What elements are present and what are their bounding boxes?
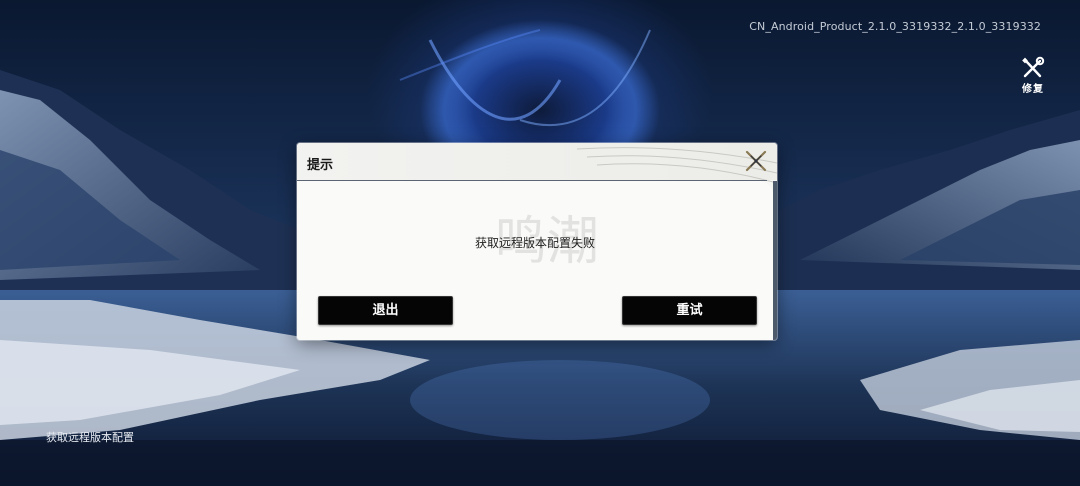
wrench-screwdriver-icon (1022, 56, 1045, 78)
close-icon[interactable] (742, 147, 770, 175)
dialog-message: 获取远程版本配置失败 (474, 236, 595, 250)
game-launcher-screen: CN_Android_Product_2.1.0_3319332_2.1.0_3… (0, 0, 1080, 486)
retry-button[interactable]: 重试 (622, 296, 757, 325)
loading-status-text: 获取远程版本配置 (46, 431, 134, 444)
dialog-title: 提示 (307, 158, 334, 173)
exit-button[interactable]: 退出 (318, 296, 453, 325)
dialog-body: 鸣潮 获取远程版本配置失败 退出 重试 (297, 181, 773, 340)
dialog-edge-accent (773, 181, 777, 340)
dialog-header: 提示 (297, 143, 777, 184)
repair-label: 修复 (1022, 84, 1044, 95)
alert-dialog: 提示 鸣潮 获取远程版本配置失败 退出 重试 (297, 143, 777, 340)
build-version-text: CN_Android_Product_2.1.0_3319332_2.1.0_3… (749, 20, 1041, 33)
repair-button[interactable]: 修复 (1016, 56, 1050, 95)
